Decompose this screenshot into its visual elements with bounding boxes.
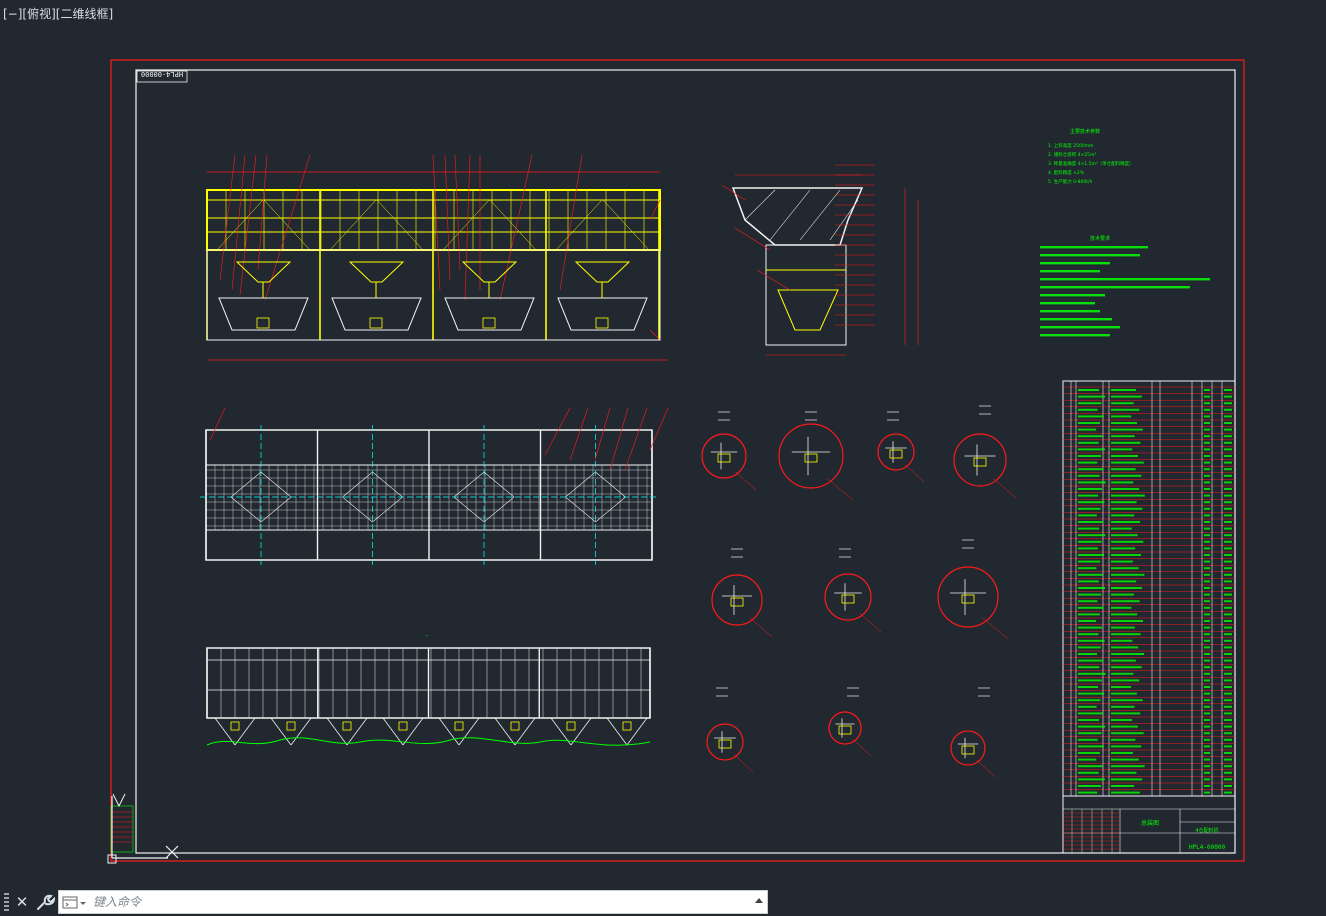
- technical-parameters: 主要技术参数 1. 上料高度 2500mm 2. 储料仓容积 4×25m³ 3.…: [1048, 128, 1134, 185]
- command-input[interactable]: [93, 892, 733, 912]
- command-prompt-icon[interactable]: [62, 895, 88, 911]
- tech-param-3: 3. 称量准确度 4×1.5m³（单仓配料精度）: [1048, 160, 1134, 167]
- chevron-up-icon[interactable]: [755, 898, 763, 903]
- side-view: [721, 164, 919, 356]
- drawing-canvas[interactable]: HPL4-00000 主要技术参数 1. 上料高度 2500mm 2. 储料仓容…: [0, 0, 1326, 888]
- front-view-frame: [206, 190, 660, 340]
- drawing-frame: [135, 69, 1236, 854]
- rear-elevation-view: —: [206, 633, 651, 746]
- tech-param-4: 4. 配料精度 ±2%: [1048, 169, 1085, 176]
- tech-param-2: 2. 储料仓容积 4×25m³: [1048, 151, 1096, 158]
- plan-view: [200, 407, 669, 565]
- drawing-number-tag: HPL4-00000: [136, 70, 188, 83]
- tech-params-title: 主要技术参数: [1070, 128, 1100, 135]
- drawing-frame-inner: [135, 69, 1236, 854]
- svg-text:—: —: [425, 633, 429, 638]
- title-block: 总装图 4仓配料机 HPL4-00000: [1062, 795, 1236, 854]
- command-bar-grip[interactable]: [4, 893, 9, 911]
- technical-notes: 技术要求: [1040, 235, 1210, 337]
- close-icon[interactable]: ✕: [13, 892, 31, 912]
- command-line-bar: ✕: [0, 888, 1326, 916]
- front-view: [206, 154, 668, 361]
- front-view-leaders: [219, 154, 661, 341]
- notes-title: 技术要求: [1090, 235, 1110, 242]
- title-block-product-name: 4仓配料机: [1195, 827, 1218, 834]
- parts-list: [1062, 380, 1236, 797]
- tech-param-1: 1. 上料高度 2500mm: [1048, 142, 1093, 149]
- wrench-icon[interactable]: [35, 892, 56, 912]
- title-block-drawing-name: 总装图: [1141, 819, 1159, 827]
- command-field: [58, 890, 768, 914]
- drawing-number-tag-text: HPL4-00000: [141, 70, 183, 78]
- tech-param-5: 5. 生产能力 0-800t/h: [1048, 178, 1093, 185]
- detail-views: [701, 405, 1017, 778]
- title-block-drawing-number: HPL4-00000: [1189, 844, 1226, 851]
